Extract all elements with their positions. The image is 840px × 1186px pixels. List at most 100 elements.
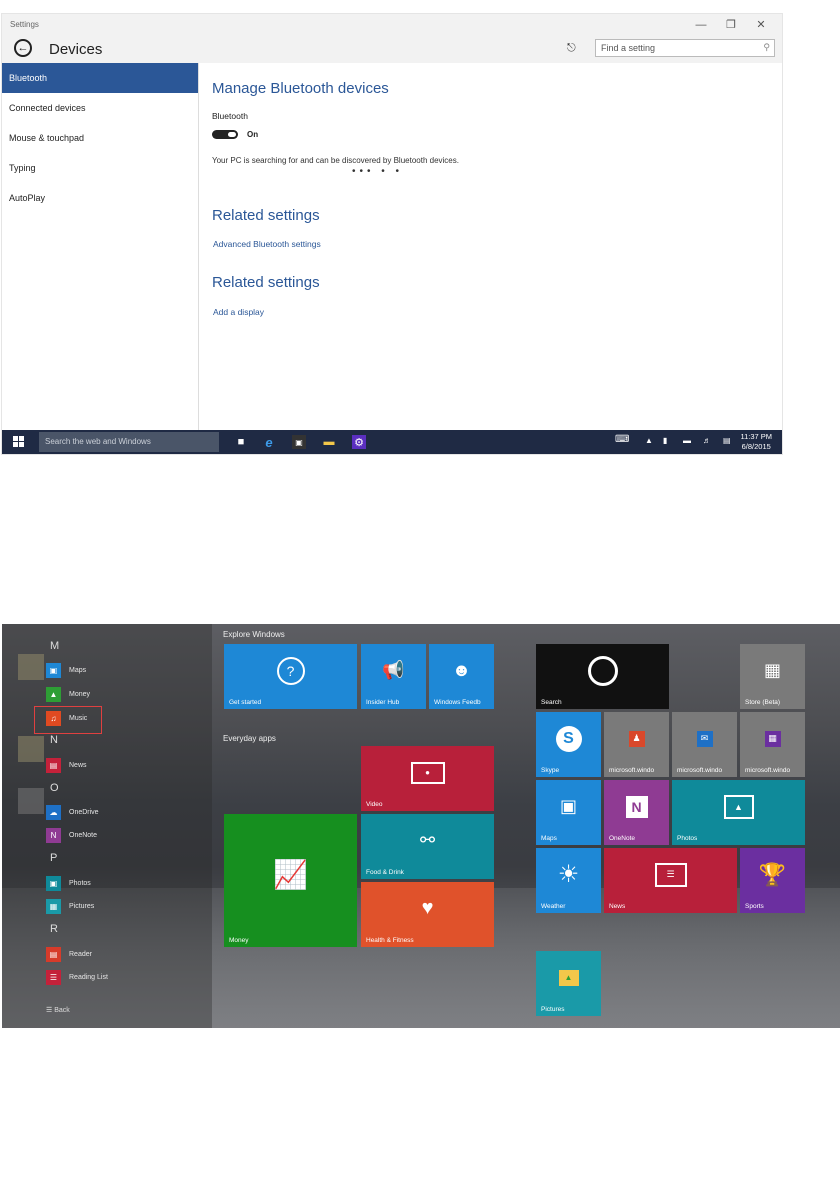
group-letter-r[interactable]: R	[50, 923, 58, 935]
taskbar: Search the web and Windows ■ e ▣ ▬ ⚙ ⌨ ▲…	[2, 430, 782, 454]
tile-insider-hub[interactable]: 📢 Insider Hub	[361, 644, 426, 709]
bluetooth-description: Your PC is searching for and can be disc…	[212, 156, 459, 165]
tile-search[interactable]: Search	[536, 644, 669, 709]
tile-weather[interactable]: ☀ Weather	[536, 848, 601, 913]
task-view-icon[interactable]: ■	[234, 435, 248, 449]
tile-health-fitness[interactable]: ♥ Health & Fitness	[361, 882, 494, 947]
tile-onenote[interactable]: N OneNote	[604, 780, 669, 845]
keyboard-icon[interactable]: ⌨	[615, 434, 629, 445]
back-button[interactable]: ☰ Back	[46, 1006, 70, 1014]
settings-app-icon[interactable]: ⚙	[352, 435, 366, 449]
group-letter-p[interactable]: P	[50, 852, 57, 864]
megaphone-icon: 📢	[382, 660, 405, 680]
tile-get-started[interactable]: ? Get started	[224, 644, 357, 709]
tile-windows-feedback[interactable]: ☻ Windows Feedb	[429, 644, 494, 709]
app-item-reading-list[interactable]: ☰ Reading List	[46, 969, 108, 985]
action-center-icon[interactable]: ▤	[723, 436, 731, 445]
onedrive-icon: ☁	[46, 804, 61, 820]
edge-browser-icon[interactable]: e	[262, 435, 276, 450]
question-icon: ?	[224, 644, 357, 697]
nav-item-autoplay[interactable]: AutoPlay	[2, 183, 198, 213]
taskbar-search-box[interactable]: Search the web and Windows	[39, 432, 219, 452]
toggle-state-label: On	[247, 130, 259, 139]
bluetooth-toggle[interactable]	[212, 130, 238, 139]
window-controls: — ❐ ✕	[686, 16, 776, 33]
network-icon[interactable]: ▮	[663, 436, 667, 445]
group-title-explore[interactable]: Explore Windows	[223, 630, 285, 639]
tile-news[interactable]: ☰ News	[604, 848, 737, 913]
search-input[interactable]: Find a setting ⚲	[595, 39, 775, 57]
tile-calendar[interactable]: ▦ microsoft.windo	[740, 712, 805, 777]
tile-money[interactable]: 📈 Money	[224, 814, 357, 947]
manage-bluetooth-heading: Manage Bluetooth devices	[212, 80, 389, 97]
app-list: M ▣ Maps ▲ Money ♫ Music N ▤ News O ☁ OneDriv…	[2, 624, 212, 1028]
advanced-bluetooth-link[interactable]: Advanced Bluetooth settings	[213, 239, 321, 249]
music-highlight-box	[34, 706, 102, 734]
minimize-button[interactable]: —	[686, 16, 716, 33]
settings-window: Settings — ❐ ✕ ← Devices ⎋ Find a settin…	[2, 14, 782, 454]
close-button[interactable]: ✕	[746, 16, 776, 33]
calendar-icon: ▦	[740, 712, 805, 765]
tile-skype[interactable]: S Skype	[536, 712, 601, 777]
back-button[interactable]: ←	[14, 39, 32, 57]
app-item-pictures[interactable]: ▦ Pictures	[46, 898, 94, 914]
store-icon[interactable]: ▣	[292, 435, 306, 449]
search-placeholder: Find a setting	[601, 43, 656, 53]
tile-video[interactable]: ● Video	[361, 746, 494, 811]
app-item-reader[interactable]: ▤ Reader	[46, 946, 92, 962]
pictures-icon: ▦	[46, 898, 61, 914]
tile-maps[interactable]: ▣ Maps	[536, 780, 601, 845]
reading-list-icon: ☰	[46, 969, 61, 985]
app-item-onenote[interactable]: N OneNote	[46, 827, 97, 843]
sun-icon: ☀	[557, 861, 580, 888]
news-icon: ▤	[46, 757, 61, 773]
clock-date: 6/8/2015	[741, 442, 771, 451]
app-item-maps[interactable]: ▣ Maps	[46, 662, 86, 678]
store-bag-icon: ▦	[763, 660, 781, 680]
app-item-news[interactable]: ▤ News	[46, 757, 87, 773]
taskbar-clock[interactable]: 11:37 PM 6/8/2015	[740, 432, 772, 452]
skype-icon: S	[536, 712, 601, 765]
search-icon[interactable]: ⚲	[763, 42, 770, 53]
people-icon: ♟	[604, 712, 669, 765]
tile-people[interactable]: ♟ microsoft.windo	[604, 712, 669, 777]
group-letter-m[interactable]: M	[50, 640, 59, 652]
add-display-link[interactable]: Add a display	[213, 307, 264, 317]
onenote-icon: N	[604, 780, 669, 833]
bluetooth-label: Bluetooth	[212, 111, 248, 121]
app-item-photos[interactable]: ▣ Photos	[46, 875, 91, 891]
group-letter-o[interactable]: O	[50, 782, 59, 794]
heart-icon: ♥	[421, 897, 434, 919]
nav-item-typing[interactable]: Typing	[2, 153, 198, 183]
nav-item-connected-devices[interactable]: Connected devices	[2, 93, 198, 123]
pin-icon[interactable]: ⎋	[567, 42, 576, 55]
app-item-onedrive[interactable]: ☁ OneDrive	[46, 804, 99, 820]
tray-chevron-icon[interactable]: ▲	[645, 436, 653, 445]
window-title: Settings	[10, 20, 39, 29]
clock-time: 11:37 PM	[740, 432, 772, 441]
tile-pictures[interactable]: ▲ Pictures	[536, 951, 601, 1016]
nav-item-mouse-touchpad[interactable]: Mouse & touchpad	[2, 123, 198, 153]
tile-sports[interactable]: 🏆 Sports	[740, 848, 805, 913]
maximize-button[interactable]: ❐	[716, 16, 746, 33]
file-explorer-icon[interactable]: ▬	[322, 435, 336, 449]
chart-up-icon: 📈	[273, 859, 308, 890]
folder-pictures-icon: ▲	[536, 951, 601, 1004]
start-button[interactable]	[13, 436, 25, 448]
fork-knife-icon: ⚯	[419, 830, 436, 850]
volume-icon[interactable]: ♬	[703, 436, 711, 445]
app-item-money[interactable]: ▲ Money	[46, 686, 90, 702]
battery-icon[interactable]: ▬	[683, 436, 691, 445]
tile-store[interactable]: ▦ Store (Beta)	[740, 644, 805, 709]
title-bar: Settings — ❐ ✕	[2, 14, 782, 35]
tile-photos[interactable]: ▲ Photos	[672, 780, 805, 845]
photo-icon: ▲	[672, 780, 805, 833]
newspaper-icon: ☰	[604, 848, 737, 901]
group-title-everyday[interactable]: Everyday apps	[223, 734, 276, 743]
nav-item-bluetooth[interactable]: Bluetooth	[2, 63, 198, 93]
tile-mail[interactable]: ✉ microsoft.windo	[672, 712, 737, 777]
arrow-left-icon: ←	[17, 42, 29, 54]
tile-food-drink[interactable]: ⚯ Food & Drink	[361, 814, 494, 879]
group-letter-n[interactable]: N	[50, 734, 58, 746]
related-settings-heading-2: Related settings	[212, 274, 320, 291]
